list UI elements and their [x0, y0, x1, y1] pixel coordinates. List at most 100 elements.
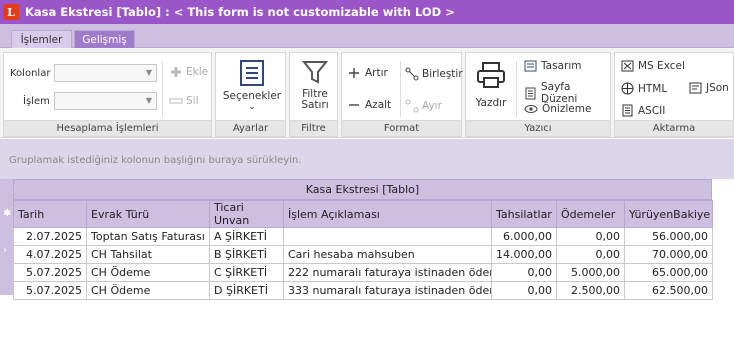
- cell-evrak-turu[interactable]: CH Tahsilat: [86, 245, 210, 264]
- cell-yuruyen-bakiye[interactable]: 62.500,00: [624, 281, 713, 300]
- split-icon: [405, 99, 419, 113]
- group-format: Artır Azalt Birleştir Ayır Format: [341, 52, 463, 137]
- chevron-right-icon: ›: [3, 245, 7, 256]
- table-row[interactable]: 4.07.2025 CH Tahsilat B ŞİRKETİ Cari hes…: [13, 245, 713, 264]
- group-hesaplama: Kolonlar ▼ İşlem ▼ Ekle Sil Hesaplama İş…: [3, 52, 212, 137]
- artir-label: Artır: [365, 67, 388, 79]
- filtre-satiri-label-2: Satırı: [301, 99, 329, 111]
- ribbon: Kolonlar ▼ İşlem ▼ Ekle Sil Hesaplama İş…: [0, 48, 734, 138]
- birlestir-button[interactable]: Birleştir: [405, 67, 463, 81]
- cell-tarih[interactable]: 5.07.2025: [13, 263, 87, 282]
- group-label-ayarlar: Ayarlar: [216, 120, 285, 136]
- table-row[interactable]: 2.07.2025 Toptan Satış Faturası A ŞİRKET…: [13, 227, 713, 246]
- cell-tarih[interactable]: 2.07.2025: [13, 227, 87, 246]
- cell-islem-aciklamasi[interactable]: 333 numaralı faturaya istinaden ödeme: [283, 281, 492, 300]
- onizleme-button[interactable]: Önizleme: [524, 103, 591, 115]
- eye-icon: [524, 105, 538, 113]
- ascii-button[interactable]: ASCII: [621, 104, 665, 117]
- birlestir-label: Birleştir: [422, 68, 463, 80]
- json-icon: [689, 82, 702, 94]
- sil-button[interactable]: Sil: [169, 94, 199, 108]
- chevron-down-icon: ⌄: [248, 102, 256, 112]
- text-file-icon: [622, 104, 633, 117]
- cell-evrak-turu[interactable]: CH Ödeme: [86, 263, 210, 282]
- cell-odemeler[interactable]: 2.500,00: [556, 281, 625, 300]
- group-aktarma: MS Excel HTML JSon ASCII Aktarma: [614, 52, 734, 137]
- json-button[interactable]: JSon: [689, 82, 729, 94]
- secenekler-button[interactable]: Seçenekler ⌄: [223, 59, 281, 112]
- printer-icon: [477, 62, 505, 88]
- column-header-yuruyen-bakiye[interactable]: YürüyenBakiye: [624, 200, 713, 228]
- group-by-hint: Gruplamak istediğiniz kolonun başlığını …: [9, 155, 302, 166]
- cell-odemeler[interactable]: 5.000,00: [556, 263, 625, 282]
- tasarim-button[interactable]: Tasarım: [524, 60, 581, 72]
- html-button[interactable]: HTML: [621, 82, 667, 95]
- data-grid: ✱ › Kasa Ekstresi [Tablo] Tarih Evrak Tü…: [0, 179, 734, 359]
- ascii-label: ASCII: [638, 104, 666, 117]
- group-label-hesaplama: Hesaplama İşlemleri: [4, 120, 211, 136]
- column-header-odemeler[interactable]: Ödemeler: [556, 200, 625, 228]
- onizleme-label: Önizleme: [542, 103, 592, 115]
- cell-ticari-unvan[interactable]: B ŞİRKETİ: [209, 245, 284, 264]
- cell-tahsilatlar[interactable]: 0,00: [491, 281, 557, 300]
- app-logo-icon: L: [3, 4, 19, 20]
- cell-islem-aciklamasi[interactable]: [283, 227, 492, 246]
- cell-ticari-unvan[interactable]: D ŞİRKETİ: [209, 281, 284, 300]
- tasarim-label: Tasarım: [541, 60, 582, 72]
- chevron-down-icon: ▼: [145, 96, 153, 105]
- ms-excel-button[interactable]: MS Excel: [621, 60, 685, 72]
- group-label-yazici: Yazıcı: [466, 120, 610, 136]
- islem-combo[interactable]: ▼: [54, 92, 157, 110]
- kolonlar-combo[interactable]: ▼: [54, 64, 157, 82]
- window-title: Kasa Ekstresi [Tablo] : < This form is n…: [25, 5, 455, 19]
- ayir-button[interactable]: Ayır: [405, 99, 442, 113]
- group-by-panel[interactable]: Gruplamak istediğiniz kolonun başlığını …: [0, 139, 734, 179]
- cell-ticari-unvan[interactable]: C ŞİRKETİ: [209, 263, 284, 282]
- filtre-satiri-button[interactable]: Filtre Satırı: [295, 59, 335, 111]
- cell-yuruyen-bakiye[interactable]: 56.000,00: [624, 227, 713, 246]
- group-label-aktarma: Aktarma: [615, 120, 733, 136]
- html-label: HTML: [638, 82, 668, 95]
- column-header-tahsilatlar[interactable]: Tahsilatlar: [491, 200, 557, 228]
- kolonlar-label: Kolonlar: [10, 68, 51, 79]
- column-header-tarih[interactable]: Tarih: [13, 200, 87, 228]
- cell-yuruyen-bakiye[interactable]: 70.000,00: [624, 245, 713, 264]
- sayfa-duzeni-button[interactable]: Sayfa Düzeni: [524, 81, 610, 105]
- row-indicator-column: ✱ ›: [0, 179, 13, 295]
- cell-evrak-turu[interactable]: CH Ödeme: [86, 281, 210, 300]
- cell-odemeler[interactable]: 0,00: [556, 245, 625, 264]
- minus-icon: [349, 104, 359, 106]
- plus-icon: [171, 67, 181, 77]
- cell-tarih[interactable]: 5.07.2025: [13, 281, 87, 300]
- azalt-button[interactable]: Azalt: [348, 99, 391, 111]
- islem-label: İşlem: [23, 96, 50, 107]
- cell-islem-aciklamasi[interactable]: Cari hesaba mahsuben: [283, 245, 492, 264]
- table-row[interactable]: 5.07.2025 CH Ödeme D ŞİRKETİ 333 numaral…: [13, 281, 713, 300]
- column-header-ticari-unvan[interactable]: Ticari Unvan: [209, 200, 284, 228]
- ekle-button[interactable]: Ekle: [169, 65, 208, 79]
- cell-ticari-unvan[interactable]: A ŞİRKETİ: [209, 227, 284, 246]
- minus-icon: [169, 98, 183, 104]
- cell-tahsilatlar[interactable]: 0,00: [491, 263, 557, 282]
- title-bar: L Kasa Ekstresi [Tablo] : < This form is…: [0, 0, 734, 24]
- cell-evrak-turu[interactable]: Toptan Satış Faturası: [86, 227, 210, 246]
- cell-tahsilatlar[interactable]: 6.000,00: [491, 227, 557, 246]
- plus-icon: [349, 68, 359, 78]
- yazdir-button[interactable]: Yazdır: [471, 61, 511, 109]
- cell-odemeler[interactable]: 0,00: [556, 227, 625, 246]
- artir-button[interactable]: Artır: [348, 67, 388, 79]
- column-header-islem-aciklamasi[interactable]: İşlem Açıklaması: [283, 200, 492, 228]
- group-ayarlar: Seçenekler ⌄ Ayarlar: [215, 52, 286, 137]
- column-header-evrak-turu[interactable]: Evrak Türü: [86, 200, 210, 228]
- table-row[interactable]: 5.07.2025 CH Ödeme C ŞİRKETİ 222 numaral…: [13, 263, 713, 282]
- cell-islem-aciklamasi[interactable]: 222 numaralı faturaya istinaden ödeme: [283, 263, 492, 282]
- tab-islemler[interactable]: İşlemler: [11, 30, 72, 48]
- tab-gelismis[interactable]: Gelişmiş: [74, 30, 135, 48]
- azalt-label: Azalt: [365, 99, 392, 111]
- cell-yuruyen-bakiye[interactable]: 65.000,00: [624, 263, 713, 282]
- asterisk-icon: ✱: [3, 208, 12, 219]
- ekle-label: Ekle: [186, 66, 209, 78]
- cell-tahsilatlar[interactable]: 14.000,00: [491, 245, 557, 264]
- cell-tarih[interactable]: 4.07.2025: [13, 245, 87, 264]
- ribbon-tabs: İşlemler Gelişmiş: [0, 24, 734, 48]
